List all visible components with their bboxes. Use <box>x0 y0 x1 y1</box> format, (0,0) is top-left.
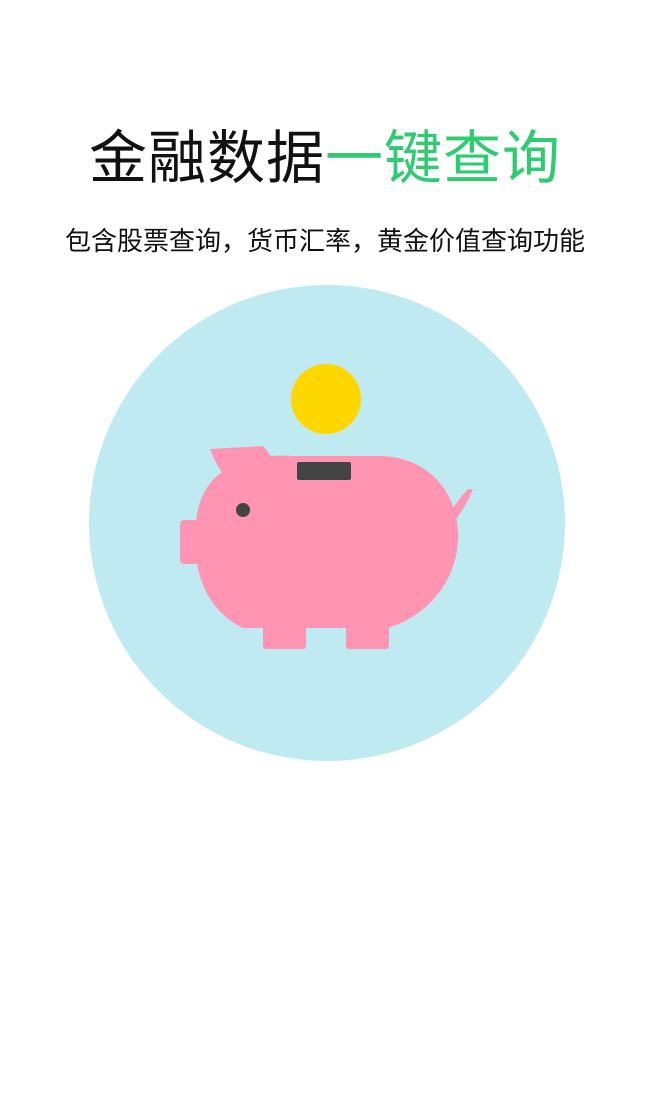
page-title: 金融数据一键查询 <box>0 120 650 196</box>
page-subtitle: 包含股票查询，货币汇率，黄金价值查询功能 <box>64 227 585 257</box>
title-part-dark: 金融数据 <box>88 124 325 192</box>
piggy-bank-icon <box>89 285 565 761</box>
coin-slot <box>297 462 351 480</box>
pig-eye <box>236 503 250 517</box>
title-part-accent: 一键查询 <box>325 124 562 192</box>
coin-icon <box>291 364 361 434</box>
piggy-bank-illustration <box>88 284 566 762</box>
